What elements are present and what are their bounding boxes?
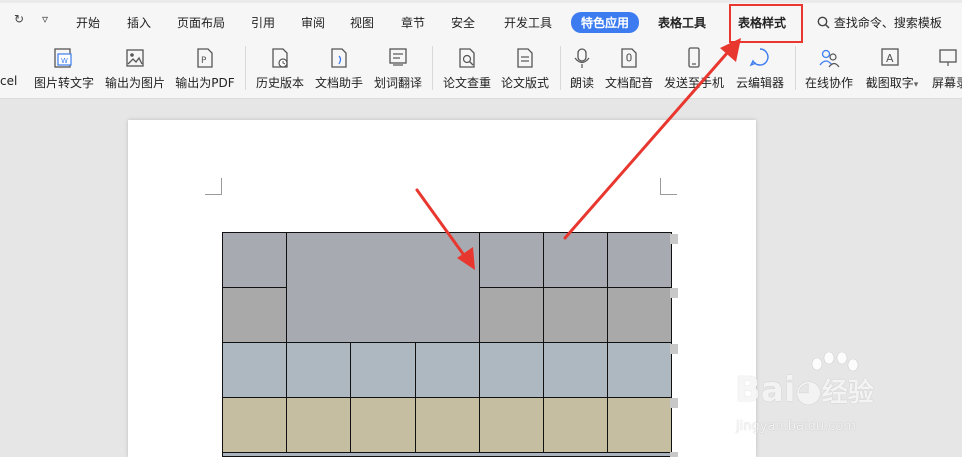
arrow-to-table-cell (415, 188, 475, 270)
watermark-brand-suffix: 经验 (821, 378, 874, 408)
watermark-brand: Bai◕经验 (735, 370, 874, 410)
arrow-to-table-style-tab (563, 38, 741, 240)
watermark-url: jingyan.baidu.com (736, 419, 856, 434)
paw-glyph: ◕ (795, 374, 822, 409)
watermark-brand-text: Bai (735, 370, 796, 410)
